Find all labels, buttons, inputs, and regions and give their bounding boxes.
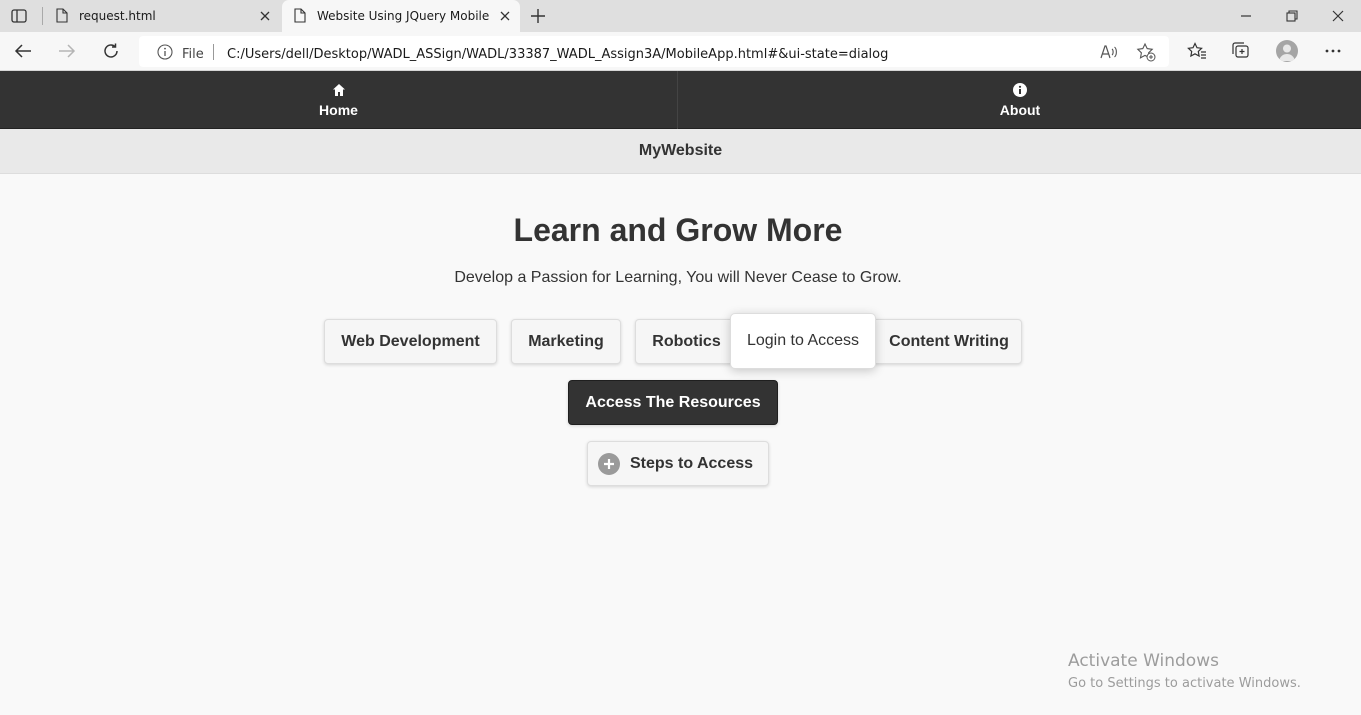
browser-tab[interactable]: request.html bbox=[44, 0, 280, 32]
collections-icon[interactable] bbox=[1229, 40, 1253, 62]
robotics-button[interactable]: Robotics bbox=[635, 319, 738, 364]
steps-to-access-button[interactable]: Steps to Access bbox=[587, 441, 769, 486]
hero-title: Learn and Grow More bbox=[513, 212, 843, 248]
file-label: File bbox=[182, 47, 204, 62]
page-header: MyWebsite bbox=[0, 129, 1361, 174]
home-icon bbox=[331, 82, 347, 98]
tab-actions-icon[interactable] bbox=[8, 6, 30, 26]
watermark-title: Activate Windows bbox=[1068, 651, 1219, 671]
tab-separator bbox=[42, 7, 43, 25]
close-window-icon[interactable] bbox=[1326, 5, 1350, 27]
refresh-icon[interactable] bbox=[99, 40, 123, 62]
more-icon[interactable] bbox=[1321, 40, 1345, 62]
address-bar[interactable]: File C:/Users/dell/Desktop/WADL_ASSign/W… bbox=[139, 36, 1169, 67]
url-text[interactable]: C:/Users/dell/Desktop/WADL_ASSign/WADL/3… bbox=[227, 47, 888, 62]
steps-to-access-label: Steps to Access bbox=[630, 454, 754, 472]
browser-tab-strip: request.html Website Using JQuery Mobile bbox=[0, 0, 1361, 32]
nav-home[interactable]: Home bbox=[0, 71, 678, 129]
activate-windows-watermark: Activate Windows Go to Settings to activ… bbox=[1068, 651, 1301, 691]
back-icon[interactable] bbox=[11, 40, 35, 62]
close-icon[interactable] bbox=[258, 9, 272, 23]
add-favorite-icon[interactable] bbox=[1136, 42, 1156, 62]
nav-about[interactable]: About bbox=[679, 71, 1361, 129]
favorites-icon[interactable] bbox=[1185, 40, 1209, 62]
login-popup: Login to Access bbox=[730, 313, 876, 369]
close-icon[interactable] bbox=[498, 9, 512, 23]
info-icon[interactable] bbox=[157, 44, 173, 65]
url-separator bbox=[213, 44, 214, 60]
web-development-button[interactable]: Web Development bbox=[324, 319, 497, 364]
watermark-subtitle: Go to Settings to activate Windows. bbox=[1068, 676, 1301, 691]
site-title: MyWebsite bbox=[638, 142, 723, 159]
new-tab-icon[interactable] bbox=[527, 5, 549, 27]
restore-icon[interactable] bbox=[1280, 5, 1304, 27]
info-icon bbox=[1012, 82, 1028, 98]
forward-icon[interactable] bbox=[55, 40, 79, 62]
access-resources-button[interactable]: Access The Resources bbox=[568, 380, 778, 425]
content-writing-button[interactable]: Content Writing bbox=[868, 319, 1022, 364]
profile-avatar[interactable] bbox=[1276, 40, 1298, 62]
tab-title: request.html bbox=[79, 9, 156, 23]
plus-icon bbox=[598, 452, 620, 475]
nav-about-label: About bbox=[999, 102, 1041, 118]
page-icon bbox=[294, 8, 306, 26]
marketing-button[interactable]: Marketing bbox=[511, 319, 621, 364]
nav-home-label: Home bbox=[319, 102, 358, 118]
browser-toolbar: File C:/Users/dell/Desktop/WADL_ASSign/W… bbox=[0, 32, 1361, 71]
hero-subtitle: Develop a Passion for Learning, You will… bbox=[454, 269, 902, 286]
read-aloud-icon[interactable] bbox=[1099, 42, 1119, 62]
minimize-icon[interactable] bbox=[1234, 5, 1258, 27]
page-icon bbox=[56, 8, 68, 26]
tab-title: Website Using JQuery Mobile bbox=[317, 9, 490, 23]
navbar: Home About bbox=[0, 71, 1361, 129]
browser-tab-active[interactable]: Website Using JQuery Mobile bbox=[282, 0, 520, 32]
